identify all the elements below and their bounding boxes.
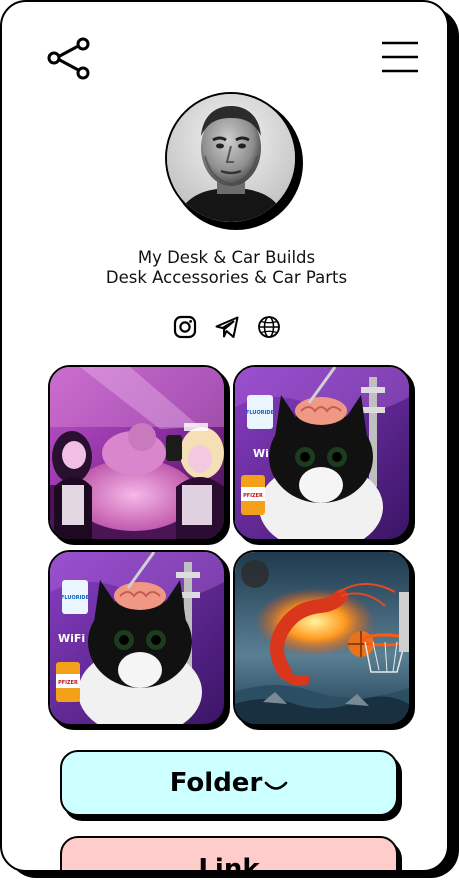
profile-bio: My Desk & Car Builds Desk Accessories & … (2, 248, 447, 288)
bio-line-2: Desk Accessories & Car Parts (105, 268, 348, 287)
instagram-icon[interactable] (172, 314, 198, 340)
tile-image[interactable]: FLUORIDE WiFi PFIZER (233, 365, 411, 541)
svg-text:PFIZER: PFIZER (243, 493, 263, 499)
folder-button[interactable]: Folder (60, 750, 402, 821)
tile-image[interactable]: FLUORIDE WiFi PFIZER (48, 550, 226, 726)
link-button-face[interactable]: Link (60, 836, 398, 872)
folder-button-label: Folder (169, 768, 263, 798)
svg-text:PFIZER: PFIZER (58, 680, 78, 686)
avatar-portrait (167, 94, 295, 222)
svg-text:FLUORIDE: FLUORIDE (61, 595, 90, 601)
gallery-tile-maid-party[interactable] (48, 365, 230, 545)
share-icon (47, 37, 90, 80)
bio-line-1: My Desk & Car Builds (137, 248, 316, 267)
menu-button[interactable] (380, 40, 420, 76)
hamburger-menu-icon (382, 41, 418, 73)
link-button-label: Link (198, 854, 260, 872)
folder-button-face[interactable]: Folder (60, 750, 398, 816)
svg-text:WiFi: WiFi (58, 632, 85, 645)
avatar (165, 92, 297, 224)
link-button[interactable]: Link (60, 836, 402, 872)
tile-image[interactable] (48, 365, 226, 541)
social-links (2, 314, 447, 340)
tile-image[interactable] (233, 550, 411, 726)
svg-text:FLUORIDE: FLUORIDE (246, 410, 275, 416)
telegram-icon[interactable] (214, 314, 240, 340)
share-button[interactable] (44, 36, 92, 84)
gallery-tile-cat-brain-2[interactable]: FLUORIDE WiFi PFIZER (48, 550, 230, 730)
avatar-wrap (165, 92, 303, 230)
gallery-tile-shrimp-basketball[interactable] (233, 550, 415, 730)
chevron-down-icon (264, 781, 288, 790)
globe-icon[interactable] (256, 314, 282, 340)
profile-card: My Desk & Car Builds Desk Accessories & … (0, 0, 449, 872)
gallery-tile-cat-brain-1[interactable]: FLUORIDE WiFi PFIZER (233, 365, 415, 545)
